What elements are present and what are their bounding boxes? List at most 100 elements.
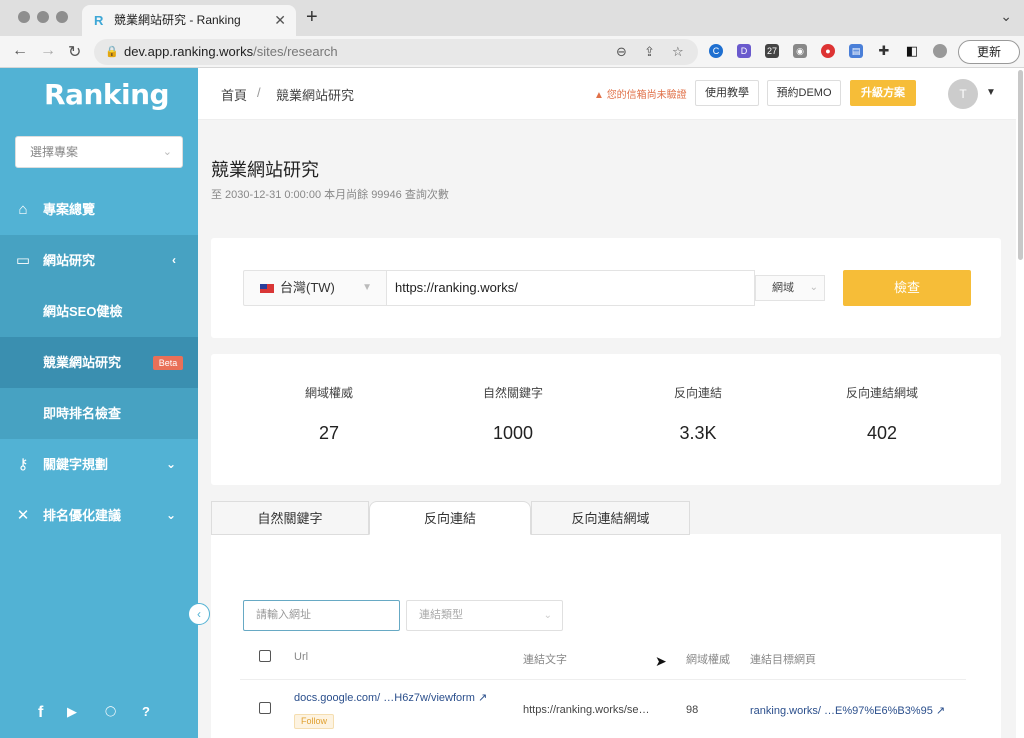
- ranking-favicon-icon: R: [94, 13, 104, 28]
- chevron-down-icon: ⌄: [165, 508, 176, 522]
- profile-icon[interactable]: [933, 44, 947, 58]
- sidebar-item-site-research[interactable]: ▭ 網站研究 ‹: [0, 235, 198, 286]
- follow-tag: Follow: [294, 714, 334, 729]
- help-icon[interactable]: ?: [142, 704, 150, 719]
- update-button[interactable]: 更新: [958, 40, 1020, 64]
- share-icon[interactable]: ⇪: [644, 39, 655, 65]
- table-divider: [240, 679, 966, 680]
- chevron-down-icon: ⌄: [165, 457, 176, 471]
- select-all-checkbox[interactable]: [259, 650, 271, 662]
- zoom-icon[interactable]: ⊖: [616, 39, 627, 65]
- book-demo-button[interactable]: 預約DEMO: [767, 80, 841, 106]
- sidebar-item-ranking-optimization[interactable]: ✕ 排名優化建議 ⌄: [0, 490, 198, 541]
- chevron-down-icon: ⌄: [809, 282, 818, 293]
- row-authority: 98: [686, 704, 699, 716]
- tab-referring-domains[interactable]: 反向連結網域: [531, 501, 690, 535]
- avatar[interactable]: T: [948, 79, 978, 109]
- reload-icon[interactable]: ↻: [68, 42, 81, 62]
- row-url-end: …H6z7w/viewform: [383, 692, 475, 704]
- result-tabs: 自然關鍵字 反向連結 反向連結網域: [211, 501, 1001, 535]
- scope-label: 網域: [772, 282, 794, 294]
- url-filter-input[interactable]: 請輸入網址: [243, 600, 400, 631]
- metric-value: 3.3K: [679, 423, 717, 443]
- column-header-domain-authority[interactable]: 網域權威: [686, 651, 730, 667]
- row-target-start: ranking.works/: [750, 705, 821, 717]
- sidebar-item-seo-audit[interactable]: 網站SEO健檢: [0, 286, 198, 337]
- chrome-extension-icon[interactable]: ●: [821, 44, 835, 58]
- row-url-start: docs.google.com/: [294, 692, 381, 704]
- metric-domain-authority: 網域權威 27: [239, 384, 419, 444]
- line-icon[interactable]: ◯: [105, 706, 116, 717]
- upgrade-button[interactable]: 升級方案: [850, 80, 916, 106]
- column-header-anchor-text[interactable]: 連結文字: [523, 651, 567, 667]
- sidebar-item-label: 專案總覽: [43, 202, 96, 217]
- forward-icon[interactable]: →: [40, 42, 56, 60]
- chevron-left-icon: ‹: [172, 253, 176, 267]
- caret-down-icon[interactable]: ▼: [986, 87, 996, 98]
- breadcrumb-current: 競業網站研究: [276, 88, 355, 103]
- tools-icon: ✕: [16, 507, 30, 524]
- minimize-window-button[interactable]: [37, 11, 49, 23]
- extension-d-icon[interactable]: D: [737, 44, 751, 58]
- address-bar[interactable]: 🔒 dev.app.ranking.works/sites/research ⊖…: [94, 39, 698, 65]
- tutorial-button[interactable]: 使用教學: [695, 80, 759, 106]
- search-card: 台灣(TW) ▼ https://ranking.works/ 網域 ⌄ 檢查: [211, 238, 1001, 338]
- url-input[interactable]: https://ranking.works/: [387, 270, 755, 306]
- chevron-down-icon: ⌄: [543, 610, 552, 621]
- ranking-logo[interactable]: Ranking: [44, 78, 170, 111]
- collapse-sidebar-button[interactable]: ‹: [188, 603, 210, 625]
- puzzle-extensions-icon[interactable]: ✚: [877, 44, 891, 58]
- extension-c-icon[interactable]: C: [709, 44, 723, 58]
- sidebar-item-label: 網站SEO健檢: [43, 304, 123, 319]
- row-url-link[interactable]: docs.google.com/ …H6z7w/viewform ↗: [294, 691, 487, 704]
- close-tab-icon[interactable]: ✕: [274, 5, 286, 36]
- url-host: dev.app.ranking.works: [124, 44, 254, 59]
- sidepanel-icon[interactable]: ◧: [905, 44, 919, 58]
- extension-panel-icon[interactable]: ▤: [849, 44, 863, 58]
- tab-backlinks[interactable]: 反向連結: [369, 501, 531, 535]
- facebook-icon[interactable]: f: [38, 704, 43, 722]
- new-tab-button[interactable]: +: [306, 6, 318, 29]
- extension-calendar-icon[interactable]: 27: [765, 44, 779, 58]
- camera-extension-icon[interactable]: ◉: [793, 44, 807, 58]
- row-checkbox[interactable]: [259, 702, 271, 714]
- browser-chrome: R 競業網站研究 - Ranking ✕ + ⌄ ← → ↻ 🔒 dev.app…: [0, 0, 1024, 68]
- column-header-target-page[interactable]: 連結目標網頁: [750, 651, 816, 667]
- row-target-link[interactable]: ranking.works/ …E%97%E6%B3%95 ↗: [750, 704, 945, 717]
- email-warning[interactable]: ▲ 您的信箱尚未驗證: [594, 86, 687, 101]
- project-select[interactable]: 選擇專案 ⌄: [15, 136, 183, 168]
- browser-toolbar: ← → ↻ 🔒 dev.app.ranking.works/sites/rese…: [0, 36, 1024, 68]
- country-select[interactable]: 台灣(TW) ▼: [243, 270, 387, 306]
- youtube-icon[interactable]: ▶: [67, 704, 77, 720]
- metric-label: 反向連結: [673, 386, 722, 400]
- sidebar-item-rank-check[interactable]: 即時排名檢查: [0, 388, 198, 439]
- link-type-select[interactable]: 連結類型 ⌄: [406, 600, 563, 631]
- tab-organic-keywords[interactable]: 自然關鍵字: [211, 501, 369, 535]
- sidebar-item-overview[interactable]: ⌂ 專案總覽: [0, 184, 198, 235]
- back-icon[interactable]: ←: [12, 42, 28, 60]
- close-window-button[interactable]: [18, 11, 30, 23]
- scope-select[interactable]: 網域 ⌄: [755, 275, 825, 301]
- row-target-end: …E%97%E6%B3%95: [823, 705, 933, 717]
- scrollbar-thumb[interactable]: [1018, 70, 1023, 260]
- sidebar-item-competitor-research[interactable]: 競業網站研究 Beta: [0, 337, 198, 388]
- sidebar-item-label: 競業網站研究: [43, 355, 122, 370]
- breadcrumb-home[interactable]: 首頁: [221, 85, 247, 104]
- column-header-url[interactable]: Url: [294, 651, 308, 663]
- maximize-window-button[interactable]: [56, 11, 68, 23]
- project-select-placeholder: 選擇專案: [30, 145, 79, 159]
- metric-referring-domains: 反向連結網域 402: [792, 384, 972, 444]
- lock-icon: 🔒: [105, 46, 119, 58]
- metric-organic-keywords: 自然關鍵字 1000: [423, 384, 603, 444]
- metric-value: 402: [866, 423, 898, 443]
- page-title: 競業網站研究: [211, 160, 319, 180]
- metric-label: 反向連結網域: [845, 386, 918, 400]
- tab-list-chevron-icon[interactable]: ⌄: [1000, 8, 1012, 25]
- browser-tab[interactable]: R 競業網站研究 - Ranking ✕: [82, 5, 296, 36]
- metric-label: 自然關鍵字: [482, 386, 543, 400]
- sidebar-item-keyword-planning[interactable]: ⚷ 關鍵字規劃 ⌄: [0, 439, 198, 490]
- bookmark-star-icon[interactable]: ☆: [672, 39, 684, 65]
- top-header: 首頁 / 競業網站研究 ▲ 您的信箱尚未驗證 使用教學 預約DEMO 升級方案 …: [198, 68, 1016, 120]
- check-button[interactable]: 檢查: [843, 270, 971, 306]
- metric-label: 網域權威: [304, 386, 353, 400]
